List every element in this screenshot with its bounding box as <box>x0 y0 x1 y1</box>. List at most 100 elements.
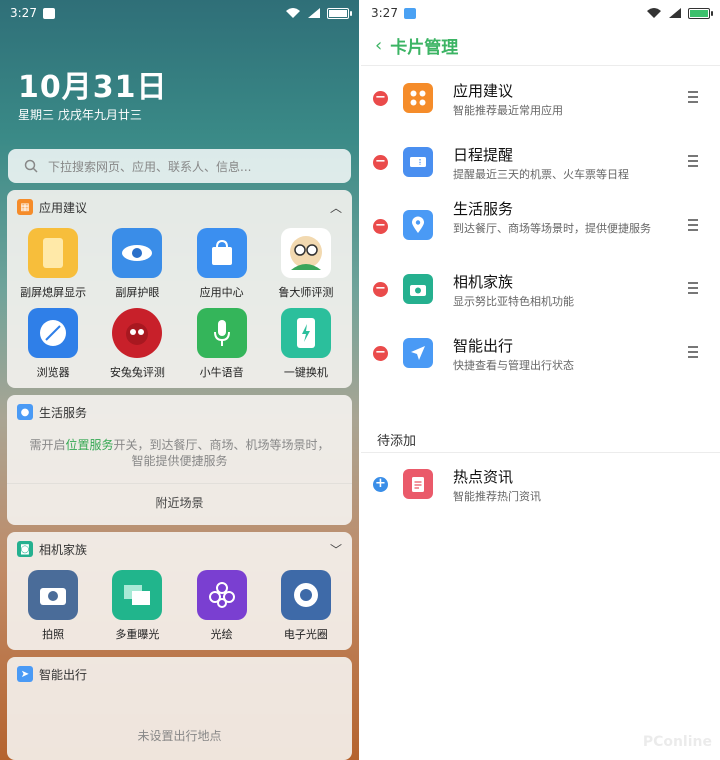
card-desc: 快捷查看与管理出行状态 <box>453 359 574 372</box>
chevron-up-icon[interactable]: ︿ <box>330 199 342 216</box>
card-desc: 智能推荐最近常用应用 <box>453 104 563 117</box>
card-desc: 显示努比亚特色相机功能 <box>453 295 574 308</box>
camera-app-item[interactable]: 电子光圈 <box>264 566 348 646</box>
app-item[interactable]: 一键换机 <box>264 304 348 384</box>
life-service-card: ● 生活服务 需开启位置服务开关，到达餐厅、商场、机场等场景时，智能提供便捷服务… <box>7 395 352 525</box>
card-title: 相机家族 <box>39 542 88 557</box>
remove-card-button[interactable]: − <box>373 282 388 297</box>
location-service-link[interactable]: 位置服务 <box>65 438 113 452</box>
search-icon <box>24 159 38 173</box>
flower-icon <box>196 570 247 620</box>
phone-transfer-icon <box>280 308 331 358</box>
card-row-camera-family: − 相机家族 显示努比亚特色相机功能 <box>361 271 720 321</box>
camera-family-card: ◙ 相机家族 ﹀ 拍照 多重曝光 光绘 电子光圈 <box>7 532 352 650</box>
battery-icon <box>688 7 713 19</box>
microphone-icon <box>196 308 247 358</box>
camera-icon <box>403 274 433 304</box>
app-suggest-header[interactable]: ▦ 应用建议 ︿ <box>7 190 352 224</box>
app-label: 一键换机 <box>283 366 328 379</box>
card-row-life-service: − 生活服务 到达餐厅、商场等场景时，提供便捷服务 <box>361 198 720 260</box>
antutu-icon <box>112 308 163 358</box>
apps-grid-icon: ▦ <box>17 199 33 215</box>
card-name: 相机家族 <box>453 273 514 291</box>
apps-grid-icon <box>403 83 433 113</box>
browser-icon <box>28 308 79 358</box>
battery-icon <box>327 7 352 19</box>
page-title: 卡片管理 <box>390 38 459 58</box>
app-label: 多重曝光 <box>115 628 160 641</box>
card-name: 日程提醒 <box>453 146 514 164</box>
card-desc: 智能推荐热门资讯 <box>453 490 541 503</box>
card-desc: 提醒最近三天的机票、火车票等日程 <box>453 168 629 181</box>
lunar-date: 星期三 戊戌年九月廿三 <box>18 108 142 122</box>
app-label: 拍照 <box>42 628 65 641</box>
remove-card-button[interactable]: − <box>373 91 388 106</box>
card-name: 热点资讯 <box>453 468 514 486</box>
camera-app-item[interactable]: 多重曝光 <box>95 566 179 646</box>
chevron-down-icon[interactable]: ﹀ <box>330 541 342 558</box>
status-time: 3:27 <box>10 6 37 20</box>
phone-screen-icon <box>28 228 79 278</box>
news-icon <box>403 469 433 499</box>
card-title: 应用建议 <box>39 200 88 215</box>
smart-travel-header[interactable]: ➤ 智能出行 <box>7 657 352 691</box>
life-service-header[interactable]: ● 生活服务 <box>7 395 352 429</box>
status-bar: 3:27 <box>361 0 720 26</box>
add-card-button[interactable]: + <box>373 477 388 492</box>
app-label: 应用中心 <box>199 286 244 299</box>
location-pin-icon <box>403 210 433 240</box>
app-suggest-card: ▦ 应用建议 ︿ 副屏熄屏显示 副屏护眼 应用中心 鲁大师评测 浏览器 安兔兔评… <box>7 190 352 388</box>
card-management-screen: 3:27 ‹ 卡片管理 − 应用建议 智能推荐最近常用应用 − 日程提醒 提醒最… <box>361 0 720 760</box>
home-screen: 3:27 10月31日 星期三 戊戌年九月廿三 下拉搜索网页、应用、联系人、信息… <box>0 0 359 760</box>
camera-icon: ◙ <box>17 541 33 557</box>
layers-icon <box>112 570 163 620</box>
card-row-app-suggest: − 应用建议 智能推荐最近常用应用 <box>361 80 720 130</box>
card-name: 生活服务 <box>453 200 514 218</box>
card-row-smart-travel: − 智能出行 快捷查看与管理出行状态 <box>361 335 720 385</box>
drag-handle-icon[interactable] <box>688 155 698 170</box>
remove-card-button[interactable]: − <box>373 346 388 361</box>
life-service-hint: 需开启位置服务开关，到达餐厅、商场、机场等场景时，智能提供便捷服务 <box>29 438 330 468</box>
camera-app-item[interactable]: 拍照 <box>11 566 95 646</box>
app-label: 浏览器 <box>36 366 70 379</box>
app-label: 电子光圈 <box>283 628 328 641</box>
eye-icon <box>112 228 163 278</box>
drag-handle-icon[interactable] <box>688 346 698 361</box>
back-arrow-icon[interactable]: ‹ <box>375 35 382 56</box>
app-item[interactable]: 浏览器 <box>11 304 95 384</box>
app-bar: ‹ 卡片管理 <box>361 26 720 66</box>
location-pin-icon: ● <box>17 404 33 420</box>
drag-handle-icon[interactable] <box>688 219 698 234</box>
status-time: 3:27 <box>371 6 398 20</box>
shopping-bag-icon <box>196 228 247 278</box>
app-label: 光绘 <box>210 628 233 641</box>
camera-app-item[interactable]: 光绘 <box>180 566 264 646</box>
travel-hint: 未设置出行地点 <box>137 729 222 743</box>
card-desc: 到达餐厅、商场等场景时，提供便捷服务 <box>453 222 651 235</box>
navigation-icon: ➤ <box>17 666 33 682</box>
app-item[interactable]: 应用中心 <box>180 224 264 304</box>
app-item[interactable]: 鲁大师评测 <box>264 224 348 304</box>
watermark-logo: PConline <box>642 734 712 750</box>
remove-card-button[interactable]: − <box>373 155 388 170</box>
drag-handle-icon[interactable] <box>688 282 698 297</box>
drag-handle-icon[interactable] <box>688 91 698 106</box>
aperture-icon <box>280 570 331 620</box>
smart-travel-card: ➤ 智能出行 未设置出行地点 <box>7 657 352 760</box>
app-label: 鲁大师评测 <box>278 286 334 299</box>
app-label: 副屏护眼 <box>115 286 160 299</box>
app-item[interactable]: 安兔兔评测 <box>95 304 179 384</box>
notification-icon <box>403 7 416 19</box>
divider <box>361 452 720 453</box>
remove-card-button[interactable]: − <box>373 219 388 234</box>
ludashi-avatar-icon <box>280 228 331 278</box>
app-item[interactable]: 副屏熄屏显示 <box>11 224 95 304</box>
search-bar[interactable]: 下拉搜索网页、应用、联系人、信息... <box>8 149 351 183</box>
app-label: 小牛语音 <box>199 366 244 379</box>
search-placeholder: 下拉搜索网页、应用、联系人、信息... <box>48 159 252 174</box>
app-item[interactable]: 小牛语音 <box>180 304 264 384</box>
card-title: 智能出行 <box>39 667 88 682</box>
camera-family-header[interactable]: ◙ 相机家族 ﹀ <box>7 532 352 566</box>
nearby-scenes-button[interactable]: 附近场景 <box>7 484 352 520</box>
app-item[interactable]: 副屏护眼 <box>95 224 179 304</box>
